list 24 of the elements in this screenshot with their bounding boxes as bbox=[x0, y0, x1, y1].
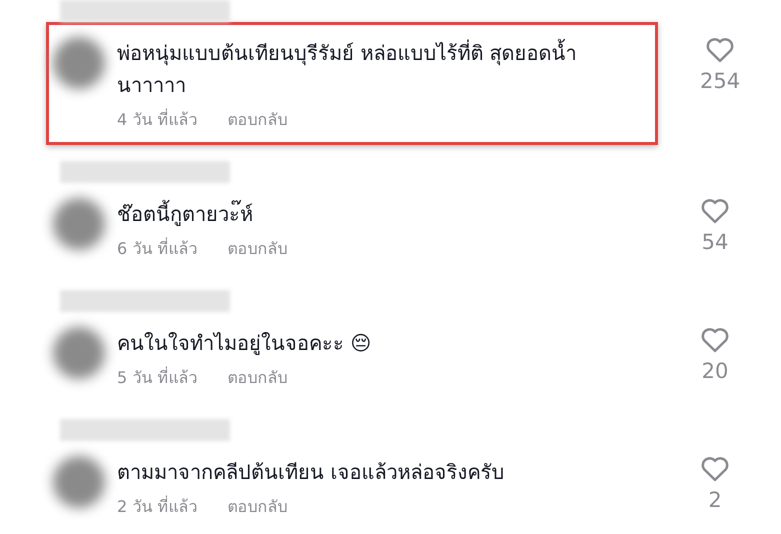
reply-link[interactable]: ตอบกลับ bbox=[227, 494, 288, 519]
comment-text: คนในใจทำไมอยู่ในจอคะะ 😔 bbox=[117, 330, 372, 357]
comment-text: ตามมาจากคลีปต้นเทียน เจอแล้วหล่อจริงครับ bbox=[117, 459, 506, 486]
heart-icon[interactable] bbox=[705, 35, 736, 63]
heart-icon[interactable] bbox=[700, 454, 730, 482]
like-count: 54 bbox=[702, 230, 728, 254]
heart-icon[interactable] bbox=[700, 196, 730, 224]
comment-time: 6 วัน ที่แล้ว bbox=[117, 236, 198, 260]
blurred-avatar bbox=[53, 456, 105, 508]
blurred-avatar bbox=[53, 198, 105, 250]
reply-link[interactable]: ตอบกลับ bbox=[227, 236, 288, 261]
reply-link[interactable]: ตอบกลับ bbox=[227, 107, 288, 132]
reply-link[interactable]: ตอบกลับ bbox=[227, 365, 288, 390]
comment-text: ช๊อตนี้กูตายวะ๊ห์ bbox=[117, 198, 597, 230]
blurred-avatar bbox=[53, 327, 105, 379]
like-count: 20 bbox=[702, 359, 728, 383]
heart-icon[interactable] bbox=[700, 325, 730, 353]
comment-text: พ่อหนุ่มแบบต้นเทียนบุรีรัมย์ หล่อแบบไร้ที่ติ สุดยอดน้ำนาาาาา bbox=[117, 37, 597, 101]
comment-time: 4 วัน ที่แล้ว bbox=[117, 108, 198, 131]
comment-time: 2 วัน ที่แล้ว bbox=[117, 494, 198, 518]
blurred-avatar bbox=[53, 37, 105, 89]
like-count: 254 bbox=[700, 69, 740, 93]
comment-time: 5 วัน ที่แล้ว bbox=[117, 366, 198, 389]
like-count: 2 bbox=[708, 488, 722, 512]
